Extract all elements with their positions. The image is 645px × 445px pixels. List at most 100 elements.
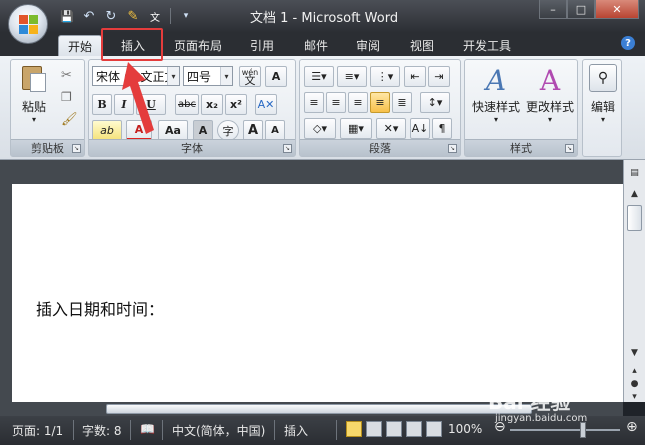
align-center-button[interactable]: ≡	[326, 92, 346, 113]
outline-view-icon[interactable]	[406, 421, 422, 437]
zoom-in-icon[interactable]: ⊕	[626, 419, 638, 435]
language-indicator[interactable]: 中文(简体，中国)	[172, 422, 265, 439]
tab-view[interactable]: 视图	[400, 35, 444, 56]
draft-view-icon[interactable]	[426, 421, 442, 437]
font-size-select[interactable]: 四号 ▾	[183, 66, 233, 86]
bullets-button[interactable]: ☰▾	[304, 66, 334, 87]
numbering-button[interactable]: ≡▾	[337, 66, 367, 87]
ribbon-tabs: 开始 插入 页面布局 引用 邮件 审阅 视图 开发工具	[0, 32, 645, 56]
help-icon[interactable]: ?	[621, 36, 635, 50]
paste-button[interactable]: 粘贴 ▾	[17, 64, 51, 124]
pinyin-icon[interactable]: 文	[146, 7, 164, 25]
tab-review[interactable]: 审阅	[346, 35, 390, 56]
styles-group-label: 样式	[465, 139, 577, 156]
full-screen-reading-view-icon[interactable]	[366, 421, 382, 437]
bold-button[interactable]: B	[92, 94, 112, 115]
paragraph-launcher-icon[interactable]: ↘	[448, 144, 457, 153]
phonetic-guide-button[interactable]: wén 文	[239, 66, 261, 87]
ruler-area	[0, 160, 623, 184]
borders-button[interactable]: ▦▾	[340, 118, 372, 139]
styles-launcher-icon[interactable]: ↘	[565, 144, 574, 153]
asian-layout-button[interactable]: ✕▾	[376, 118, 406, 139]
paste-dropdown-icon[interactable]: ▾	[32, 115, 36, 124]
decrease-indent-button[interactable]: ⇤	[404, 66, 426, 87]
document-text[interactable]: 插入日期和时间：	[36, 296, 164, 320]
qat-separator	[170, 8, 171, 24]
char-border-button[interactable]: A	[265, 66, 287, 87]
scroll-down-icon[interactable]: ▼	[627, 345, 642, 360]
tab-home[interactable]: 开始	[58, 35, 102, 56]
shading-button[interactable]: ◇▾	[304, 118, 336, 139]
status-separator	[162, 420, 163, 440]
line-spacing-button[interactable]: ↕▾	[420, 92, 450, 113]
sort-button[interactable]: A↓	[410, 118, 430, 139]
page-count[interactable]: 页面: 1/1	[12, 422, 63, 439]
copy-icon[interactable]: ❐	[61, 90, 72, 104]
font-launcher-icon[interactable]: ↘	[283, 144, 292, 153]
proofing-icon[interactable]: 📖	[140, 422, 155, 436]
quick-styles-button[interactable]: A 快速样式 ▾	[469, 64, 523, 124]
paragraph-group-label: 段落	[300, 139, 460, 156]
editing-button[interactable]: ⚲ 编辑 ▾	[585, 64, 621, 124]
grow-font-button[interactable]: A	[243, 120, 263, 141]
scroll-up-icon[interactable]: ▲	[627, 186, 642, 201]
minimize-button[interactable]: –	[539, 0, 567, 19]
justify-button[interactable]: ≡	[370, 92, 390, 113]
clipboard-launcher-icon[interactable]: ↘	[72, 144, 81, 153]
print-layout-view-icon[interactable]	[346, 421, 362, 437]
zoom-level[interactable]: 100%	[448, 422, 482, 436]
char-shading-button[interactable]: A	[193, 120, 213, 141]
font-size-dropdown-icon[interactable]: ▾	[220, 67, 232, 85]
enclose-chars-button[interactable]: 字	[217, 120, 239, 141]
next-page-icon[interactable]: ▾	[627, 389, 642, 404]
vertical-scroll-thumb[interactable]	[627, 205, 642, 231]
show-marks-button[interactable]: ¶	[432, 118, 452, 139]
change-styles-button[interactable]: A 更改样式 ▾	[523, 64, 577, 124]
align-left-button[interactable]: ≡	[304, 92, 324, 113]
multilevel-list-button[interactable]: ⋮▾	[370, 66, 400, 87]
binoculars-icon: ⚲	[589, 64, 617, 92]
undo-icon[interactable]: ↶	[80, 7, 98, 25]
format-painter-icon[interactable]: 🖌	[61, 112, 78, 127]
watermark-url: jingyan.baidu.com	[495, 413, 588, 424]
close-button[interactable]: ✕	[595, 0, 639, 19]
ruler-toggle-icon[interactable]: ▤	[627, 165, 642, 180]
font-group-label: 字体	[89, 139, 295, 156]
ribbon: 粘贴 ▾ ✂ ❐ 🖌 剪贴板 ↘ 宋体 (中文正文) ▾ 四号 ▾ wén 文 A…	[0, 56, 645, 160]
redo-icon[interactable]: ↻	[102, 7, 120, 25]
tab-developer[interactable]: 开发工具	[454, 35, 520, 56]
customize-qat-icon[interactable]: ▾	[177, 7, 195, 25]
highlight-button[interactable]: ab	[92, 120, 122, 141]
clear-formatting-button[interactable]: A✕	[255, 94, 277, 115]
shrink-font-button[interactable]: A	[265, 120, 285, 141]
cut-icon[interactable]: ✂	[61, 68, 72, 83]
horizontal-scroll-thumb[interactable]	[106, 404, 532, 414]
tab-references[interactable]: 引用	[240, 35, 284, 56]
web-layout-view-icon[interactable]	[386, 421, 402, 437]
styles-group: A 快速样式 ▾ A 更改样式 ▾ 样式 ↘	[464, 59, 578, 157]
zoom-slider[interactable]	[510, 429, 620, 431]
vertical-scrollbar[interactable]: ▤ ▲ ▼ ▴ ● ▾	[623, 160, 645, 402]
distributed-button[interactable]: ≣	[392, 92, 412, 113]
paragraph-group: ☰▾ ≡▾ ⋮▾ ⇤ ⇥ ≡ ≡ ≡ ≡ ≣ ↕▾ ◇▾ ▦▾ ✕▾ A↓ ¶ …	[299, 59, 461, 157]
document-page[interactable]	[12, 184, 623, 402]
superscript-button[interactable]: x²	[225, 94, 247, 115]
tab-page-layout[interactable]: 页面布局	[168, 35, 228, 56]
format-painter-icon[interactable]: ✎	[124, 7, 142, 25]
office-button[interactable]	[8, 4, 48, 44]
highlight-box	[101, 28, 163, 61]
change-styles-icon: A	[539, 64, 561, 97]
zoom-slider-thumb[interactable]	[580, 422, 586, 438]
subscript-button[interactable]: x₂	[201, 94, 223, 115]
save-icon[interactable]: 💾	[58, 7, 76, 25]
increase-indent-button[interactable]: ⇥	[428, 66, 450, 87]
insert-mode[interactable]: 插入	[284, 422, 308, 439]
maximize-button[interactable]: □	[567, 0, 595, 19]
align-right-button[interactable]: ≡	[348, 92, 368, 113]
tab-mailings[interactable]: 邮件	[294, 35, 338, 56]
change-styles-dropdown-icon: ▾	[547, 115, 552, 124]
status-separator	[274, 420, 275, 440]
document-left-margin	[0, 184, 12, 402]
strikethrough-button[interactable]: abc	[175, 94, 199, 115]
word-count[interactable]: 字数: 8	[82, 422, 122, 439]
